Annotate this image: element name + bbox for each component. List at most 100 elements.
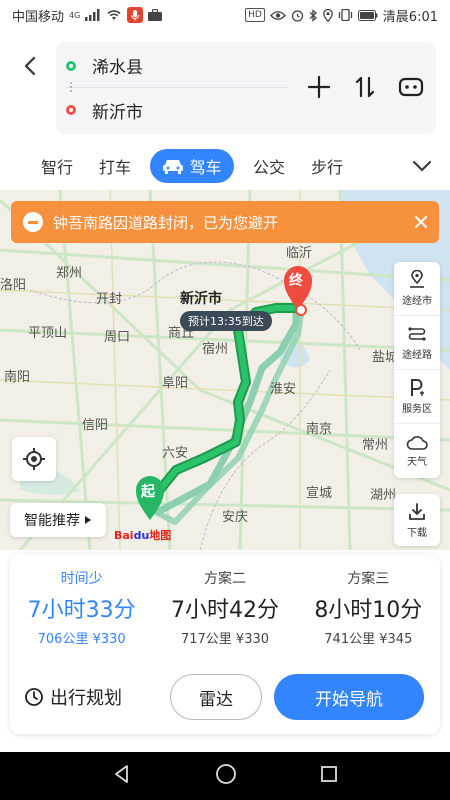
start-navigation-button[interactable]: 开始导航 [274,674,424,720]
close-icon [415,215,427,228]
map-label: 阜阳 [162,376,189,391]
tool-label: 下载 [407,527,427,539]
alert-close-button[interactable] [415,212,427,233]
plan-name: 时间少 [60,571,103,587]
chevron-left-icon [24,56,36,76]
tool-label: 途经市 [402,296,432,307]
swap-route-button[interactable] [346,68,384,106]
status-time: 清晨6:01 [382,9,438,25]
tab-label: 智行 [40,158,73,177]
map-label: 宿州 [202,342,229,357]
plan-name: 方案二 [203,571,246,587]
map-label: 周口 [104,330,131,345]
map-label: 洛阳 [0,278,27,293]
map-label: 六安 [162,446,189,461]
route-header: 浠水县 新沂市 [0,30,450,142]
nav-home-button[interactable] [215,763,237,789]
tab-drive[interactable]: 驾车 [150,149,234,183]
triangle-back-icon [114,765,128,783]
network-type: 4G [69,10,81,20]
locate-me-button[interactable] [12,437,56,481]
tab-label: 公交 [252,158,285,177]
map-label: 南阳 [4,370,31,385]
tool-label: 天气 [407,456,427,468]
map-label: 新沂市 [180,291,222,307]
weather-button[interactable]: 天气 [394,424,440,478]
service-area-button[interactable]: 服务区 [394,370,440,424]
plan-distance: 741公里 [324,632,376,647]
tab-walk[interactable]: 步行 [298,154,356,178]
map-label: 宣城 [306,486,333,501]
radar-label: 雷达 [199,689,233,710]
triangle-right-icon [85,516,91,524]
destination-field[interactable]: 新沂市 [66,88,298,132]
microphone-icon [127,7,144,23]
smart-recommend-button[interactable]: 智能推荐 [10,503,106,537]
system-nav-bar [0,752,450,800]
origin-dot-icon [66,60,76,71]
tool-label: 途经路 [402,350,432,361]
signal-icon [85,9,101,21]
briefcase-icon [148,9,163,21]
route-input-box: 浠水县 新沂市 [56,42,436,134]
start-navigation-label: 开始导航 [315,689,383,710]
download-icon [409,502,425,520]
destination-dot-icon [66,105,76,115]
plan-meta: 717公里 ¥330 [153,628,296,647]
plan-option-3[interactable]: 方案三 8小时10分 741公里 ¥345 [297,568,440,654]
no-entry-icon [23,212,43,232]
waypoint-city-button[interactable]: 途经市 [394,262,440,316]
back-button[interactable] [14,50,46,82]
map-label: 信阳 [82,418,109,433]
crosshair-icon [23,448,45,470]
logo-bai: Bai [114,529,134,542]
eye-icon [269,10,286,21]
eta-badge: 预计13:35到达 [180,311,272,331]
map-label: 临沂 [286,246,313,261]
map-view[interactable]: 临沂 郑州 洛阳 新沂市 开封 商丘 平顶山 周口 宿州 盐城 南阳 阜阳 淮安… [0,190,450,550]
map-label: 开封 [96,292,123,307]
map-label: 淮安 [270,382,297,397]
plan-list: 时间少 7小时33分 706公里 ¥330 方案二 7小时42分 717公里 ¥… [10,554,440,654]
nav-back-button[interactable] [112,764,132,788]
start-marker-label: 起 [141,484,155,500]
tab-taxi[interactable]: 打车 [86,154,144,178]
carrier-name: 中国移动 [12,9,65,25]
tab-smart[interactable]: 智行 [28,154,86,178]
square-recents-icon [321,766,338,782]
map-tools-panel: 途经市 途经路 服务区 天气 [394,262,440,478]
download-map-button[interactable]: 下载 [394,494,440,546]
plan-duration: 8小时10分 [314,598,423,623]
more-modes-button[interactable] [408,152,436,180]
tab-label: 驾车 [189,158,222,177]
alert-text: 钟吾南路因道路封闭，已为您避开 [53,213,279,232]
circle-home-icon [216,764,236,784]
trip-planning-label: 出行规划 [50,688,122,709]
add-waypoint-button[interactable] [300,68,338,106]
parking-icon [411,379,424,396]
map-label: 平顶山 [28,326,68,341]
car-settings-button[interactable] [392,68,430,106]
map-label: 湖州 [370,488,397,503]
plan-option-1[interactable]: 时间少 7小时33分 706公里 ¥330 [10,568,153,654]
tab-transit[interactable]: 公交 [240,154,298,178]
travel-mode-tabs: 智行 打车 驾车 公交 步行 [0,142,450,190]
wifi-icon [106,9,122,21]
radar-button[interactable]: 雷达 [170,674,262,720]
map-label: 南京 [306,422,333,437]
plan-cost: ¥330 [92,632,126,647]
tab-label: 打车 [98,158,131,177]
alarm-icon [291,9,304,22]
trip-planning-button[interactable]: 出行规划 [24,684,170,710]
swap-icon [355,76,375,98]
plan-duration: 7小时33分 [27,598,136,623]
origin-field[interactable]: 浠水县 [66,44,288,88]
vibrate-icon [338,9,353,21]
nav-recents-button[interactable] [320,765,338,787]
panel-actions: 出行规划 雷达 开始导航 [10,672,440,722]
baidu-logo: Baidu地图 [114,527,171,543]
plan-meta: 706公里 ¥330 [10,628,153,647]
status-bar: 中国移动 4G HD 清晨6:01 [0,0,450,30]
waypoint-road-button[interactable]: 途经路 [394,316,440,370]
plan-option-2[interactable]: 方案二 7小时42分 717公里 ¥330 [153,568,296,654]
